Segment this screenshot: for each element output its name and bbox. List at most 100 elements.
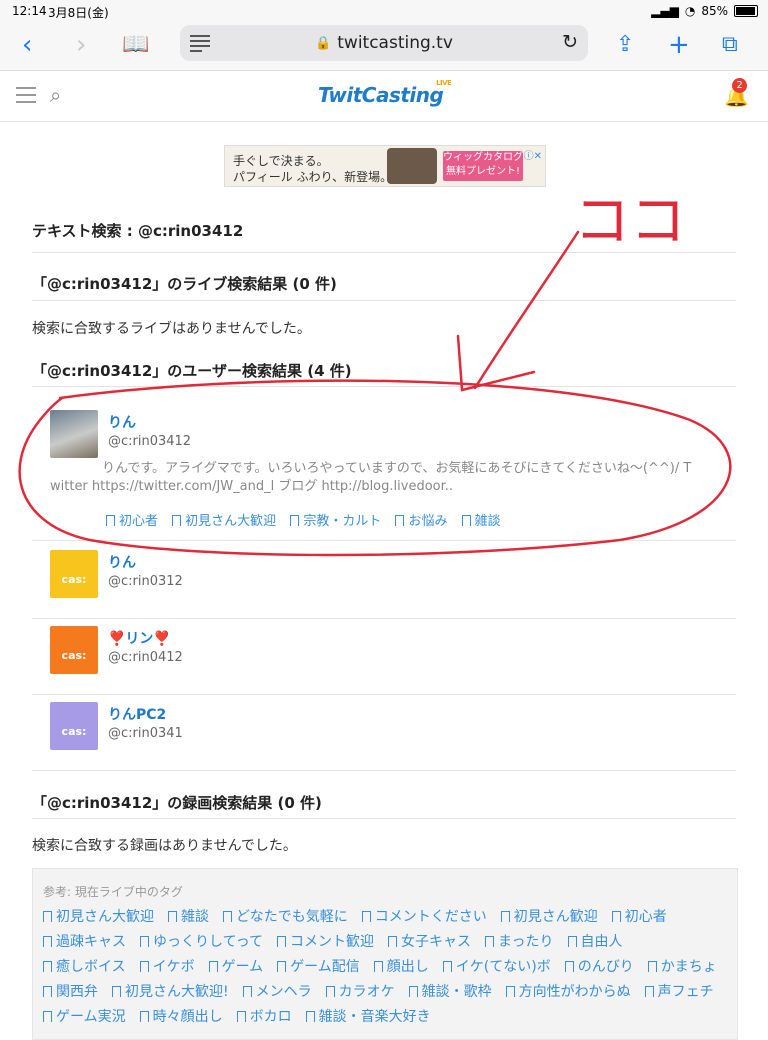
live-tag-label: 癒しボイス <box>56 959 126 975</box>
tag-link[interactable]: 宗教・カルト <box>290 514 381 529</box>
user-id: @c:rin0412 <box>108 650 183 665</box>
share-icon[interactable]: ⇪ <box>616 30 634 60</box>
live-tag-link[interactable]: ゲーム <box>208 955 263 980</box>
tag-link[interactable]: 初見さん大歓迎 <box>172 514 276 529</box>
live-tag-link[interactable]: 初心者 <box>611 905 667 930</box>
user-description: りんです。アライグマです。いろいろやっていますので、お気軽にあそびにきてください… <box>50 460 730 496</box>
live-tag-link[interactable]: カラオケ <box>325 980 395 1005</box>
bookmark-icon <box>43 936 52 947</box>
live-tag-link[interactable]: 関西弁 <box>43 980 98 1005</box>
forward-icon[interactable]: › <box>76 30 86 60</box>
tag-link[interactable]: 初心者 <box>106 514 158 529</box>
live-tag-link[interactable]: 癒しボイス <box>43 955 126 980</box>
bookmark-icon <box>43 961 52 972</box>
live-tag-link[interactable]: 自由人 <box>567 930 623 955</box>
bookmark-icon <box>277 936 287 947</box>
search-icon[interactable]: ⌕ <box>50 83 61 107</box>
live-empty-text: 検索に合致するライブはありませんでした。 <box>32 321 311 337</box>
live-tag-link[interactable]: まったり <box>485 930 554 955</box>
back-icon[interactable]: ‹ <box>22 30 32 60</box>
live-tag-link[interactable]: 方向性がわからぬ <box>505 980 631 1005</box>
bookmark-icon <box>172 515 182 526</box>
live-tag-link[interactable]: イケボ <box>139 955 195 980</box>
battery-fill <box>736 7 755 15</box>
tag-link[interactable]: 雑談 <box>461 514 501 529</box>
live-tag-link[interactable]: 雑談・音楽大好き <box>305 1005 431 1030</box>
live-tag-link[interactable]: 雑談・歌枠 <box>408 980 492 1005</box>
cas-avatar[interactable]: cas: <box>50 702 98 750</box>
ad-line1: 手ぐしで決まる。 <box>233 154 329 168</box>
status-time: 12:14 <box>12 4 47 18</box>
user-name[interactable]: りん <box>108 412 136 432</box>
live-tag-link[interactable]: 初見さん大歓迎 <box>43 905 154 930</box>
live-tag-link[interactable]: 声フェチ <box>644 980 714 1005</box>
live-tags-label: 参考: 現在ライブ中のタグ <box>43 885 183 899</box>
user-name[interactable]: りんPC2 <box>108 704 166 724</box>
user-id: @c:rin0341 <box>108 726 183 741</box>
address-bar[interactable]: 🔒 twitcasting.tv ↻ <box>180 25 588 61</box>
bookmark-icon <box>395 515 405 526</box>
divider <box>32 818 736 819</box>
live-tag-link[interactable]: イケ(てない)ボ <box>442 955 551 980</box>
tag-link[interactable]: お悩み <box>395 514 447 529</box>
bookmark-icon <box>505 986 515 997</box>
live-tag-link[interactable]: ゲーム実況 <box>43 1005 126 1030</box>
live-tag-link[interactable]: 過疎キャス <box>43 930 126 955</box>
menu-icon[interactable] <box>16 87 36 108</box>
live-tag-link[interactable]: ゆっくりしてって <box>140 930 263 955</box>
record-results-heading: 「@c:rin03412」の録画検索結果 (0 件) <box>32 794 322 812</box>
notification-badge[interactable]: 2 <box>732 78 747 93</box>
live-tag-link[interactable]: ボカロ <box>236 1005 292 1030</box>
ad-cta[interactable]: ウィッグカタログ 無料プレゼント! <box>443 151 523 181</box>
live-tag-link[interactable]: コメントください <box>361 905 487 930</box>
live-tag-link[interactable]: 雑談 <box>168 905 209 930</box>
live-tag-label: 初見さん歓迎 <box>513 909 598 925</box>
live-tag-link[interactable]: どなたでも気軽に <box>223 905 348 930</box>
live-tag-label: 関西弁 <box>56 984 98 1000</box>
live-tag-link[interactable]: かまちょ <box>647 955 717 980</box>
annotation-text: ココ <box>574 189 686 254</box>
bookmarks-icon[interactable]: 📖 <box>122 30 149 60</box>
reader-icon[interactable] <box>190 35 210 55</box>
cas-avatar[interactable]: cas: <box>50 550 98 598</box>
bookmark-icon <box>277 961 287 972</box>
live-tag-link[interactable]: 時々顔出し <box>139 1005 223 1030</box>
user-result-row[interactable]: cas: りん @c:rin0312 <box>32 542 736 619</box>
bookmark-icon <box>290 515 300 526</box>
avatar[interactable] <box>50 410 98 458</box>
new-tab-icon[interactable]: + <box>668 30 690 60</box>
user-name[interactable]: ❣️リン❣️ <box>108 628 171 648</box>
ad-close-icon[interactable]: ⓘ✕ <box>524 147 542 162</box>
live-tag-label: 女子キャス <box>401 934 472 950</box>
reload-icon[interactable]: ↻ <box>562 31 578 53</box>
user-result-row[interactable]: cas: ❣️リン❣️ @c:rin0412 <box>32 618 736 695</box>
live-tag-label: 顔出し <box>386 959 429 975</box>
cas-avatar[interactable]: cas: <box>50 626 98 674</box>
user-result-row[interactable]: cas: りんPC2 @c:rin0341 <box>32 694 736 771</box>
live-tag-link[interactable]: 女子キャス <box>388 930 471 955</box>
user-name[interactable]: りん <box>108 552 136 572</box>
bookmark-icon <box>139 1011 149 1022</box>
live-tag-link[interactable]: コメント歓迎 <box>277 930 374 955</box>
live-tag-link[interactable]: メンヘラ <box>242 980 312 1005</box>
desc-line2: witter https://twitter.com/JW_and_l ブログ … <box>50 479 454 494</box>
ad-banner[interactable]: 手ぐしで決まる。 パフィール ふわり、新登場。 ウィッグカタログ 無料プレゼント… <box>224 145 546 187</box>
bookmark-icon <box>611 911 621 922</box>
live-tag-label: コメントください <box>374 909 487 925</box>
live-tag-link[interactable]: のんびり <box>564 955 634 980</box>
tag-label: 初心者 <box>119 514 159 529</box>
url-text: twitcasting.tv <box>337 33 453 53</box>
live-tag-link[interactable]: ゲーム配信 <box>277 955 360 980</box>
live-tag-link[interactable]: 初見さん歓迎 <box>500 905 598 930</box>
user-id: @c:rin03412 <box>108 434 192 449</box>
site-logo[interactable]: TwitCasting LIVE <box>318 79 452 107</box>
live-tag-label: イケボ <box>152 959 195 975</box>
live-tag-link[interactable]: 顔出し <box>373 955 429 980</box>
tag-label: お悩み <box>408 514 448 529</box>
tabs-icon[interactable]: ⧉ <box>722 30 738 60</box>
bookmark-icon <box>564 961 574 972</box>
live-tag-link[interactable]: 初見さん大歓迎! <box>112 980 229 1005</box>
user-result-row[interactable]: りん @c:rin03412 りんです。アライグマです。いろいろやっていますので… <box>32 402 736 541</box>
tag-label: 雑談 <box>474 514 501 529</box>
bookmark-icon <box>208 961 218 972</box>
